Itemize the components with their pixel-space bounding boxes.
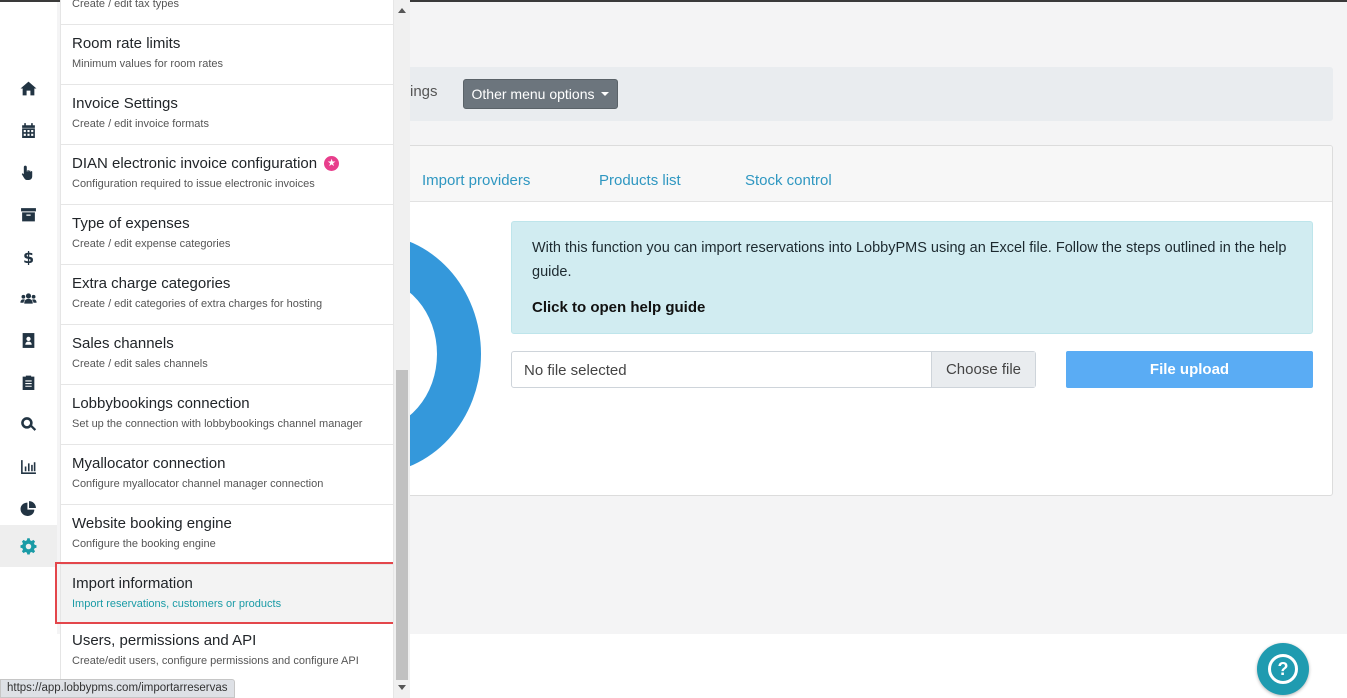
scroll-down-arrow-icon[interactable] (398, 685, 406, 690)
dropdown-item-title: Website booking engine (72, 515, 232, 532)
dropdown-item-invoice-settings[interactable]: Invoice Settings Create / edit invoice f… (61, 85, 393, 145)
dropdown-item-subtitle: Create / edit sales channels (72, 358, 208, 370)
dropdown-item-website-booking-engine[interactable]: Website booking engine Configure the boo… (61, 505, 393, 565)
settings-toolbar: ings Other menu options (398, 67, 1333, 121)
icon-sidebar: $ (0, 2, 57, 634)
toolbar-settings-label[interactable]: ings (410, 83, 438, 100)
archive-icon[interactable] (0, 193, 57, 235)
pie-chart-icon[interactable] (0, 487, 57, 529)
search-icon[interactable] (0, 403, 57, 445)
dropdown-scrollbar[interactable] (393, 0, 410, 698)
scroll-thumb[interactable] (396, 370, 408, 680)
dropdown-item-subtitle: Configure the booking engine (72, 538, 216, 550)
dropdown-item-title: DIAN electronic invoice configuration ★ (72, 155, 340, 172)
dropdown-item-subtitle: Create/edit users, configure permissions… (72, 655, 359, 667)
info-text: With this function you can import reserv… (532, 240, 1287, 280)
dropdown-item-title: Users, permissions and API (72, 632, 257, 649)
dropdown-item-title: Sales channels (72, 335, 174, 352)
dropdown-item-room-rate-limits[interactable]: Room rate limits Minimum values for room… (61, 25, 393, 85)
tab-stock-control[interactable]: Stock control (745, 172, 832, 189)
dropdown-item-title: Room rate limits (72, 35, 181, 52)
dropdown-item-extra-charge-categories[interactable]: Extra charge categories Create / edit ca… (61, 265, 393, 325)
choose-file-button[interactable]: Choose file (931, 352, 1035, 387)
gear-icon[interactable] (0, 525, 57, 567)
dropdown-item-myallocator-connection[interactable]: Myallocator connection Configure myalloc… (61, 445, 393, 505)
dropdown-item-title: Lobbybookings connection (72, 395, 250, 412)
home-icon[interactable] (0, 67, 57, 109)
help-guide-link[interactable]: Click to open help guide (532, 299, 1292, 316)
status-bar-url: https://app.lobbypms.com/importarreserva… (0, 679, 235, 698)
svg-text:$: $ (23, 248, 34, 265)
dropdown-item-subtitle: Configuration required to issue electron… (72, 178, 315, 190)
dropdown-item-subtitle: Create / edit tax types (72, 0, 179, 10)
card-tabs: Import providers Products list Stock con… (399, 146, 1332, 202)
dropdown-item-dian-einvoice[interactable]: DIAN electronic invoice configuration ★ C… (61, 145, 393, 205)
dropdown-item-title: Extra charge categories (72, 275, 231, 292)
dropdown-item-lobbybookings-connection[interactable]: Lobbybookings connection Set up the conn… (61, 385, 393, 445)
file-input[interactable]: No file selected Choose file (511, 351, 1036, 388)
hand-pointer-icon[interactable] (0, 151, 57, 193)
scroll-up-arrow-icon[interactable] (398, 8, 406, 13)
question-mark-icon: ? (1268, 654, 1298, 684)
dropdown-item-title: Invoice Settings (72, 95, 178, 112)
dropdown-item-subtitle: Create / edit invoice formats (72, 118, 209, 130)
dropdown-item-subtitle: Minimum values for room rates (72, 58, 223, 70)
file-input-label: No file selected (524, 362, 627, 379)
dropdown-item-sales-channels[interactable]: Sales channels Create / edit sales chann… (61, 325, 393, 385)
calendar-icon[interactable] (0, 109, 57, 151)
file-upload-button[interactable]: File upload (1066, 351, 1313, 388)
other-menu-options-button[interactable]: Other menu options (463, 79, 618, 109)
dollar-icon[interactable]: $ (0, 235, 57, 277)
other-menu-options-label: Other menu options (471, 86, 595, 102)
dropdown-item-title: Type of expenses (72, 215, 190, 232)
dropdown-item-title-text: DIAN electronic invoice configuration (72, 155, 318, 172)
dropdown-item-title: Myallocator connection (72, 455, 226, 472)
dropdown-item-type-of-expenses[interactable]: Type of expenses Create / edit expense c… (61, 205, 393, 265)
users-icon[interactable] (0, 277, 57, 319)
cloud-upload-illustration (399, 234, 481, 474)
star-badge-icon: ★ (324, 156, 340, 171)
caret-down-icon (601, 92, 610, 96)
address-book-icon[interactable] (0, 319, 57, 361)
clipboard-icon[interactable] (0, 361, 57, 403)
dropdown-item-tax-types[interactable]: Create / edit tax types (61, 0, 393, 25)
dropdown-item-subtitle: Create / edit expense categories (72, 238, 231, 250)
bar-chart-icon[interactable] (0, 445, 57, 487)
tab-import-providers[interactable]: Import providers (422, 172, 530, 189)
dropdown-item-subtitle: Create / edit categories of extra charge… (72, 298, 323, 310)
help-button[interactable]: ? (1257, 643, 1309, 695)
info-alert: With this function you can import reserv… (511, 221, 1313, 334)
selection-highlight-frame (55, 562, 398, 624)
import-card: Import providers Products list Stock con… (398, 145, 1333, 496)
dropdown-item-subtitle: Configure myallocator channel manager co… (72, 478, 324, 490)
tab-products-list[interactable]: Products list (599, 172, 681, 189)
dropdown-item-subtitle: Set up the connection with lobbybookings… (72, 418, 363, 430)
